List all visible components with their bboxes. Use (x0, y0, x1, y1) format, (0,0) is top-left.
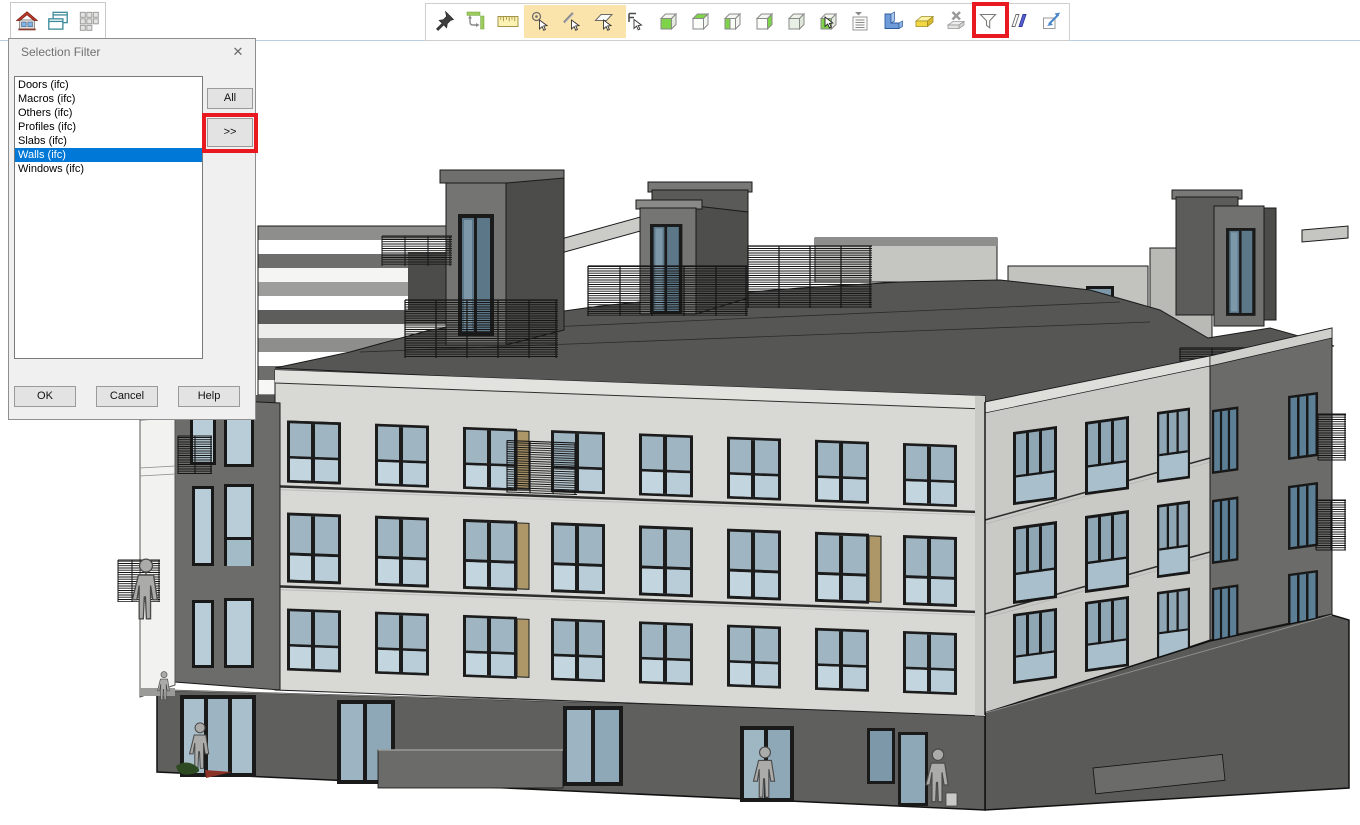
snap-planes-icon[interactable] (592, 9, 616, 33)
fit-work-area-icon[interactable] (464, 9, 488, 33)
snap-lines-icon[interactable] (560, 9, 584, 33)
white-edge-building (118, 418, 175, 697)
list-item-slabs[interactable]: Slabs (ifc) (15, 134, 202, 148)
right-facade-dark (1210, 328, 1346, 649)
ok-button[interactable]: OK (14, 386, 76, 407)
list-item-doors[interactable]: Doors (ifc) (15, 78, 202, 92)
view-solid-cube-icon[interactable] (784, 9, 808, 33)
export-icon[interactable] (1040, 9, 1064, 33)
application-window: Selection Filter ✕ Doors (ifc) Macros (i… (0, 0, 1360, 825)
measure-icon[interactable] (496, 9, 520, 33)
view-left-cube-icon[interactable] (720, 9, 744, 33)
view-front-cube-icon[interactable] (656, 9, 680, 33)
penthouse-tower-3 (1172, 190, 1276, 326)
front-facade (275, 370, 985, 716)
selection-filter-dialog: Selection Filter ✕ Doors (ifc) Macros (i… (8, 38, 256, 420)
pin-icon[interactable] (432, 9, 456, 33)
list-item-others[interactable]: Others (ifc) (15, 106, 202, 120)
home-icon[interactable] (14, 8, 40, 34)
select-in-view-cube-icon[interactable] (816, 9, 840, 33)
delete-plate-icon[interactable] (944, 9, 968, 33)
parts-icon[interactable] (1008, 9, 1032, 33)
dialog-title: Selection Filter (21, 45, 100, 59)
grid-view-icon[interactable] (76, 8, 102, 34)
facade-balcony-railing (507, 441, 577, 496)
select-component-icon[interactable] (624, 9, 648, 33)
view-right-cube-icon[interactable] (752, 9, 776, 33)
help-button[interactable]: Help (178, 386, 240, 407)
snap-points-icon[interactable] (528, 9, 552, 33)
list-item-walls[interactable]: Walls (ifc) (15, 148, 202, 162)
building-model (118, 170, 1349, 810)
list-item-profiles[interactable]: Profiles (ifc) (15, 120, 202, 134)
briefcase (946, 793, 957, 806)
more-button-highlight-box (202, 113, 258, 153)
filter-listbox[interactable]: Doors (ifc) Macros (ifc) Others (ifc) Pr… (14, 76, 203, 359)
plate-icon[interactable] (912, 9, 936, 33)
report-list-icon[interactable] (848, 9, 872, 33)
list-item-windows[interactable]: Windows (ifc) (15, 162, 202, 176)
all-button[interactable]: All (207, 88, 253, 109)
selection-filter-highlight-box (972, 2, 1009, 38)
list-item-macros[interactable]: Macros (ifc) (15, 92, 202, 106)
close-icon[interactable]: ✕ (229, 43, 247, 61)
profile-icon[interactable] (880, 9, 904, 33)
planter-front (378, 750, 563, 788)
top-toolbar-strip (0, 0, 1360, 41)
roof-slab-right (1302, 226, 1348, 242)
quick-access-toolbar (10, 2, 106, 39)
cancel-button[interactable]: Cancel (96, 386, 158, 407)
view-top-cube-icon[interactable] (688, 9, 712, 33)
cascade-windows-icon[interactable] (45, 8, 71, 34)
